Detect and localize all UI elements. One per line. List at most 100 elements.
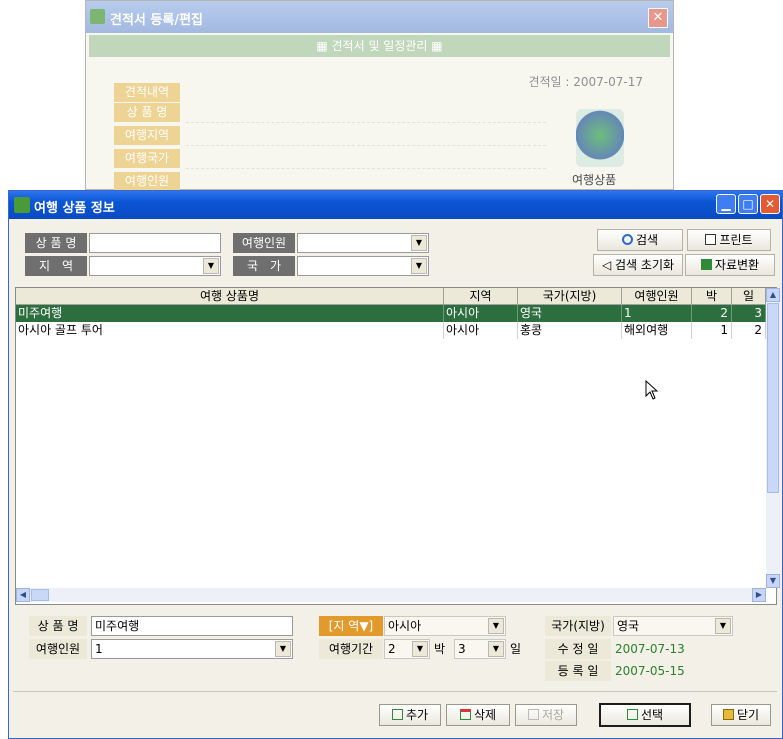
region-label: 지 역 — [25, 256, 87, 276]
horizontal-scroll-thumb[interactable] — [31, 589, 49, 601]
nights-select[interactable]: 2 ▼ — [384, 639, 430, 659]
travel-globe-image — [576, 109, 624, 167]
detail-region-select[interactable]: 아시아 ▼ — [384, 616, 506, 636]
days-value: 3 — [458, 642, 466, 656]
data-convert-label: 자료변환 — [714, 258, 760, 272]
chevron-down-icon[interactable]: ▼ — [488, 618, 504, 634]
product-name-label: 상 품 명 — [25, 233, 87, 253]
cell-people: 해외여행 — [622, 322, 692, 339]
delete-button[interactable]: 삭제 — [446, 704, 510, 726]
horizontal-scrollbar[interactable]: ◀ ▶ — [16, 588, 766, 602]
bg-field-label-region: 여행지역 — [114, 126, 180, 145]
cell-nights: 2 — [692, 305, 732, 322]
column-header-country[interactable]: 국가(지방) — [518, 288, 622, 305]
detail-product-label: 상 품 명 — [29, 616, 87, 636]
column-header-nights[interactable]: 박 — [692, 288, 732, 305]
detail-country-select[interactable]: 영국 ▼ — [613, 616, 733, 636]
close-icon[interactable]: ✕ — [648, 8, 668, 28]
add-button[interactable]: 추가 — [379, 704, 441, 726]
detail-period-label: 여행기간 — [319, 639, 383, 659]
cell-region: 아시아 — [444, 305, 518, 322]
table-row[interactable]: 아시아 골프 투어 아시아 홍콩 해외여행 1 2 — [16, 322, 766, 339]
people-label: 여행인원 — [233, 233, 295, 253]
product-info-window: 여행 상품 정보 ▁ □ ✕ 상 품 명 여행인원 ▼ 지 역 ▼ 국 가 ▼ … — [8, 190, 783, 739]
cell-product-name: 미주여행 — [16, 305, 444, 322]
cell-country: 영국 — [518, 305, 622, 322]
cell-days: 3 — [732, 305, 766, 322]
nights-unit: 박 — [434, 642, 446, 656]
chevron-down-icon[interactable]: ▼ — [411, 258, 427, 274]
maximize-button[interactable]: □ — [738, 194, 758, 214]
estimate-date: 견적일 : 2007-07-17 — [528, 75, 643, 89]
detail-region-value: 아시아 — [388, 619, 422, 633]
save-icon — [527, 709, 539, 720]
detail-region-label[interactable]: [지 역▼] — [319, 616, 383, 636]
product-name-input[interactable] — [89, 233, 221, 253]
column-header-people[interactable]: 여행인원 — [622, 288, 692, 305]
background-estimate-window: 견적서 등록/편집 ✕ ▦ 견적서 및 일정관리 ▦ 견적일 : 2007-07… — [85, 0, 674, 191]
country-label: 국 가 — [233, 256, 295, 276]
reset-search-button[interactable]: ◁ 검색 초기화 — [593, 254, 683, 276]
chevron-down-icon[interactable]: ▼ — [203, 258, 219, 274]
close-window-button[interactable]: 닫기 — [711, 704, 771, 726]
detail-country-label: 국가(지방) — [545, 616, 611, 636]
chevron-down-icon[interactable]: ▼ — [411, 235, 427, 251]
product-table[interactable]: 여행 상품명 지역 국가(지방) 여행인원 박 일 미주여행 아시아 영국 1 … — [15, 287, 780, 605]
country-select[interactable]: ▼ — [297, 256, 429, 276]
app-icon — [14, 197, 30, 213]
detail-people-select[interactable]: 1 ▼ — [91, 639, 293, 659]
table-row[interactable]: 미주여행 아시아 영국 1 2 3 — [16, 305, 766, 322]
close-button-label: 닫기 — [736, 708, 760, 722]
chevron-down-icon[interactable]: ▼ — [488, 641, 504, 657]
app-icon — [90, 9, 105, 24]
close-button[interactable]: ✕ — [760, 194, 780, 214]
print-button[interactable]: 프린트 — [687, 229, 771, 251]
mouse-cursor-icon — [645, 380, 659, 400]
registered-date-value: 2007-05-15 — [615, 664, 685, 678]
chevron-down-icon[interactable]: ▼ — [275, 641, 291, 657]
bg-field-label-product: 상 품 명 — [114, 103, 180, 122]
bg-field-line — [186, 103, 546, 123]
cell-region: 아시아 — [444, 322, 518, 339]
bg-field-label-country: 여행국가 — [114, 149, 180, 168]
detail-people-label: 여행인원 — [29, 639, 87, 659]
detail-country-value: 영국 — [617, 619, 640, 633]
cell-nights: 1 — [692, 322, 732, 339]
background-title-bar: 견적서 등록/편집 ✕ — [86, 1, 673, 33]
save-button[interactable]: 저장 — [515, 704, 577, 726]
bg-field-label-people: 여행인원 — [114, 172, 180, 191]
nights-value: 2 — [388, 642, 396, 656]
scroll-right-icon[interactable]: ▶ — [752, 588, 766, 602]
search-icon — [621, 234, 633, 245]
chevron-down-icon[interactable]: ▼ — [412, 641, 428, 657]
search-button[interactable]: 검색 — [597, 229, 683, 251]
people-select[interactable]: ▼ — [297, 233, 429, 253]
cell-people: 1 — [622, 305, 692, 322]
scroll-up-icon[interactable]: ▲ — [766, 288, 780, 302]
column-header-region[interactable]: 지역 — [444, 288, 518, 305]
minimize-button[interactable]: ▁ — [716, 194, 736, 214]
photo-label: 여행상품 — [572, 173, 617, 187]
select-button[interactable]: 선택 — [599, 703, 691, 727]
delete-icon — [459, 709, 471, 720]
chevron-down-icon[interactable]: ▼ — [715, 618, 731, 634]
vertical-scrollbar[interactable]: ▲ ▼ — [766, 288, 780, 588]
scroll-down-icon[interactable]: ▼ — [766, 574, 780, 588]
cell-days: 2 — [732, 322, 766, 339]
column-header-product-name[interactable]: 여행 상품명 — [16, 288, 444, 305]
region-select[interactable]: ▼ — [89, 256, 221, 276]
cell-product-name: 아시아 골프 투어 — [16, 322, 444, 339]
detail-people-value: 1 — [95, 642, 103, 656]
data-convert-button[interactable]: 자료변환 — [685, 254, 775, 276]
days-select[interactable]: 3 ▼ — [454, 639, 506, 659]
save-button-label: 저장 — [541, 708, 565, 722]
scroll-left-icon[interactable]: ◀ — [16, 588, 30, 602]
title-bar[interactable]: 여행 상품 정보 ▁ □ ✕ — [9, 191, 782, 219]
vertical-scroll-thumb[interactable] — [767, 303, 779, 493]
printer-icon — [705, 234, 717, 245]
detail-product-input[interactable]: 미주여행 — [91, 616, 293, 636]
estimate-details-tab[interactable]: 견적내역 — [114, 83, 180, 102]
bg-field-line — [186, 126, 546, 146]
days-unit: 일 — [510, 642, 522, 656]
column-header-days[interactable]: 일 — [732, 288, 766, 305]
